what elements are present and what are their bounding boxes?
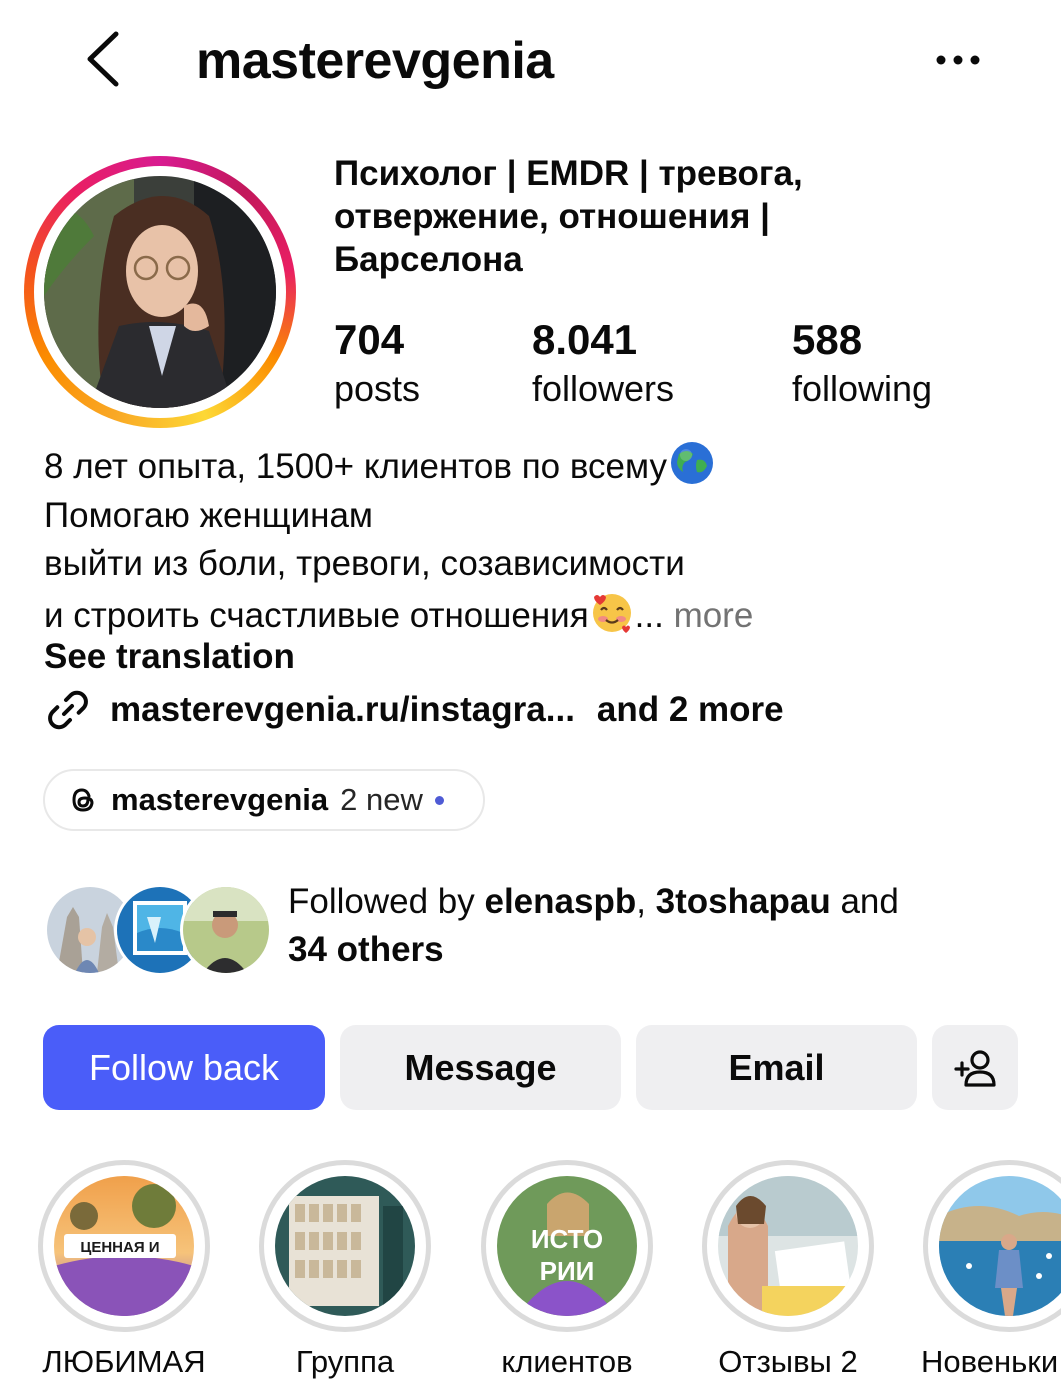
message-button[interactable]: Message <box>340 1025 621 1110</box>
followers-label: followers <box>532 368 675 409</box>
threads-new-count: 2 new <box>340 782 423 817</box>
highlight-klientov[interactable]: ИСТО РИИ <box>481 1160 653 1332</box>
category-line: Психолог | EMDR | тревога, <box>334 154 803 193</box>
bio-text: и строить счастливые отношения <box>44 595 589 635</box>
profile-links: masterevgenia.ru/instagra... and 2 more <box>44 684 784 736</box>
bio-more-link[interactable]: more <box>674 596 754 635</box>
threads-badge[interactable]: masterevgenia 2 new <box>43 769 485 831</box>
following-label: following <box>792 368 933 409</box>
story-ring[interactable] <box>24 156 296 428</box>
bio-line: Помогаю женщинам <box>44 495 373 535</box>
bio-line: и строить счастливые отношения ... more <box>44 589 1024 641</box>
mutual-follower-2[interactable]: 3toshapau <box>656 882 831 921</box>
profile-username: masterevgenia <box>196 32 554 90</box>
smiling-face-hearts-emoji-icon <box>592 593 631 633</box>
bio-line: выйти из боли, тревоги, созависимости <box>44 544 685 583</box>
follower-avatar[interactable] <box>180 884 272 976</box>
highlight-cover: ЦЕННАЯ И <box>54 1176 194 1316</box>
mutual-follower-1[interactable]: elenaspb <box>484 882 636 921</box>
separator: , <box>636 882 656 921</box>
svg-text:РИИ: РИИ <box>540 1256 595 1286</box>
globe-emoji-icon <box>670 442 713 484</box>
add-user-icon <box>954 1049 996 1087</box>
followers-count: 8.041 <box>532 316 638 363</box>
highlight-otzyvy-2[interactable] <box>702 1160 874 1332</box>
profile-avatar <box>44 176 276 408</box>
highlight-label: ЛЮБИМАЯ <box>42 1344 206 1379</box>
and-text: and <box>830 882 899 921</box>
category-line: Барселона <box>334 240 523 279</box>
category-line: отвержение, отношения | <box>334 197 770 236</box>
highlight-gruppa[interactable] <box>259 1160 431 1332</box>
following-count: 588 <box>792 316 863 363</box>
email-button[interactable]: Email <box>636 1025 917 1110</box>
profile-category: Психолог | EMDR | тревога, отвержение, о… <box>334 152 1014 281</box>
threads-username: masterevgenia <box>111 782 329 817</box>
more-links-button[interactable]: and 2 more <box>597 690 784 730</box>
highlight-overlay-text: ЦЕННАЯ И <box>80 1239 159 1256</box>
highlight-label: Отзывы 2 <box>718 1344 858 1379</box>
profile-bio: 8 лет опыта, 1500+ клиентов по всему Пом… <box>44 440 1024 640</box>
mutual-others[interactable]: 34 others <box>288 926 1028 974</box>
link-icon <box>48 690 88 730</box>
followed-by-text[interactable]: Followed by elenaspb, 3toshapau and 34 o… <box>288 878 1028 974</box>
follow-back-button[interactable]: Follow back <box>43 1025 325 1110</box>
see-translation-link[interactable]: See translation <box>44 634 295 680</box>
posts-stat[interactable]: 704 posts <box>334 314 420 412</box>
new-indicator-dot <box>434 795 444 805</box>
highlight-cover <box>718 1176 858 1316</box>
bio-text: 8 лет опыта, 1500+ клиентов по всему <box>44 447 667 486</box>
followed-by-line: Followed by elenaspb, 3toshapau and <box>288 878 1028 926</box>
followers-stat[interactable]: 8.041 followers <box>532 314 674 412</box>
highlight-cover <box>275 1176 415 1316</box>
posts-label: posts <box>334 368 421 409</box>
back-arrow-icon[interactable] <box>78 28 132 90</box>
bio-ellipsis: ... <box>634 595 674 635</box>
highlight-cover <box>939 1176 1061 1316</box>
more-options-icon[interactable] <box>928 40 988 80</box>
svg-text:ИСТО: ИСТО <box>531 1224 603 1254</box>
highlight-label: Новеньки <box>921 1344 1059 1379</box>
highlight-novenki[interactable] <box>923 1160 1061 1332</box>
following-stat[interactable]: 588 following <box>792 314 932 412</box>
posts-count: 704 <box>334 316 405 363</box>
threads-icon <box>72 788 94 812</box>
followed-by-prefix: Followed by <box>288 882 485 921</box>
highlight-lyubimaya[interactable]: ЦЕННАЯ И <box>38 1160 210 1332</box>
highlight-label: клиентов <box>501 1344 633 1379</box>
avatar-gap <box>34 166 286 418</box>
suggest-people-button[interactable] <box>932 1025 1018 1110</box>
bio-line: 8 лет опыта, 1500+ клиентов по всему <box>44 440 1024 492</box>
highlight-cover: ИСТО РИИ <box>497 1176 637 1316</box>
highlight-label: Группа <box>295 1344 395 1379</box>
website-link[interactable]: masterevgenia.ru/instagra... <box>110 690 575 730</box>
